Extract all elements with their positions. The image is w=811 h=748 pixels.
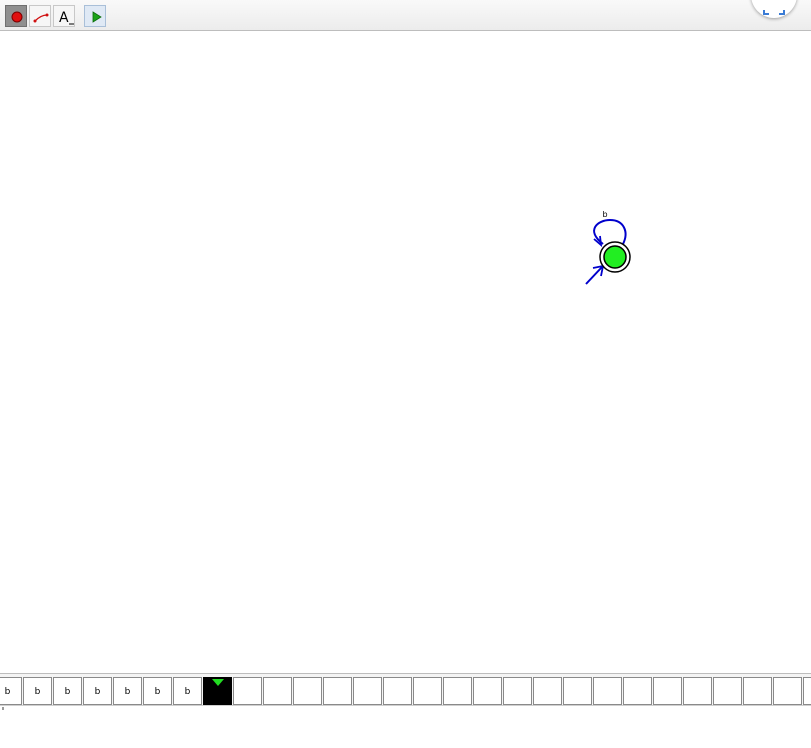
tape-cell[interactable]: b <box>0 677 22 705</box>
fullscreen-icon <box>763 10 785 15</box>
tape-cell[interactable] <box>743 677 772 705</box>
tape-cell[interactable]: b <box>53 677 82 705</box>
tape-cell[interactable] <box>293 677 322 705</box>
tape: bbbbbbb <box>0 673 811 706</box>
resize-tick <box>2 707 4 710</box>
automaton-simulator-window: A b b b b b b b b <box>0 0 811 748</box>
red-dot-state-icon <box>11 11 23 23</box>
automaton-diagram: b <box>585 210 631 285</box>
tape-cell[interactable] <box>233 677 262 705</box>
tape-cell[interactable]: b <box>173 677 202 705</box>
text-label-icon: A <box>59 10 74 26</box>
label-tool-button[interactable]: A <box>53 5 75 27</box>
state-q0[interactable] <box>599 241 631 273</box>
self-loop-transition[interactable]: b <box>593 210 627 248</box>
tape-cell[interactable] <box>413 677 442 705</box>
tape-cell[interactable] <box>803 677 811 705</box>
tape-cell[interactable]: b <box>143 677 172 705</box>
tape-cell[interactable] <box>683 677 712 705</box>
state-tool-button[interactable] <box>5 5 27 27</box>
tape-cell[interactable] <box>323 677 352 705</box>
play-icon <box>92 11 102 23</box>
toolbar: A <box>0 0 811 31</box>
status-area <box>0 706 811 748</box>
tape-cell[interactable] <box>653 677 682 705</box>
tape-cell[interactable] <box>773 677 802 705</box>
initial-state-arrow <box>585 264 605 285</box>
automaton-canvas[interactable]: b <box>0 32 811 673</box>
transition-arrow-icon <box>33 13 49 23</box>
tape-cell[interactable] <box>713 677 742 705</box>
label-tool-glyph: A <box>59 10 69 26</box>
transition-label: b <box>602 210 607 219</box>
fullscreen-button[interactable] <box>751 0 797 18</box>
tape-cell[interactable] <box>473 677 502 705</box>
transition-tool-button[interactable] <box>29 5 51 27</box>
tape-cell[interactable]: b <box>113 677 142 705</box>
tape-cell[interactable]: b <box>83 677 112 705</box>
tape-cell[interactable] <box>533 677 562 705</box>
tape-cell[interactable] <box>593 677 622 705</box>
tape-cell[interactable]: b <box>23 677 52 705</box>
tape-cell[interactable] <box>353 677 382 705</box>
tape-cell[interactable] <box>443 677 472 705</box>
tape-cell[interactable] <box>563 677 592 705</box>
tape-cell[interactable] <box>623 677 652 705</box>
tape-cell[interactable] <box>263 677 292 705</box>
tape-head-marker <box>212 679 224 686</box>
run-button[interactable] <box>84 5 106 27</box>
tape-cell[interactable] <box>383 677 412 705</box>
tape-cell[interactable] <box>503 677 532 705</box>
tape-head-cell[interactable] <box>203 677 232 705</box>
